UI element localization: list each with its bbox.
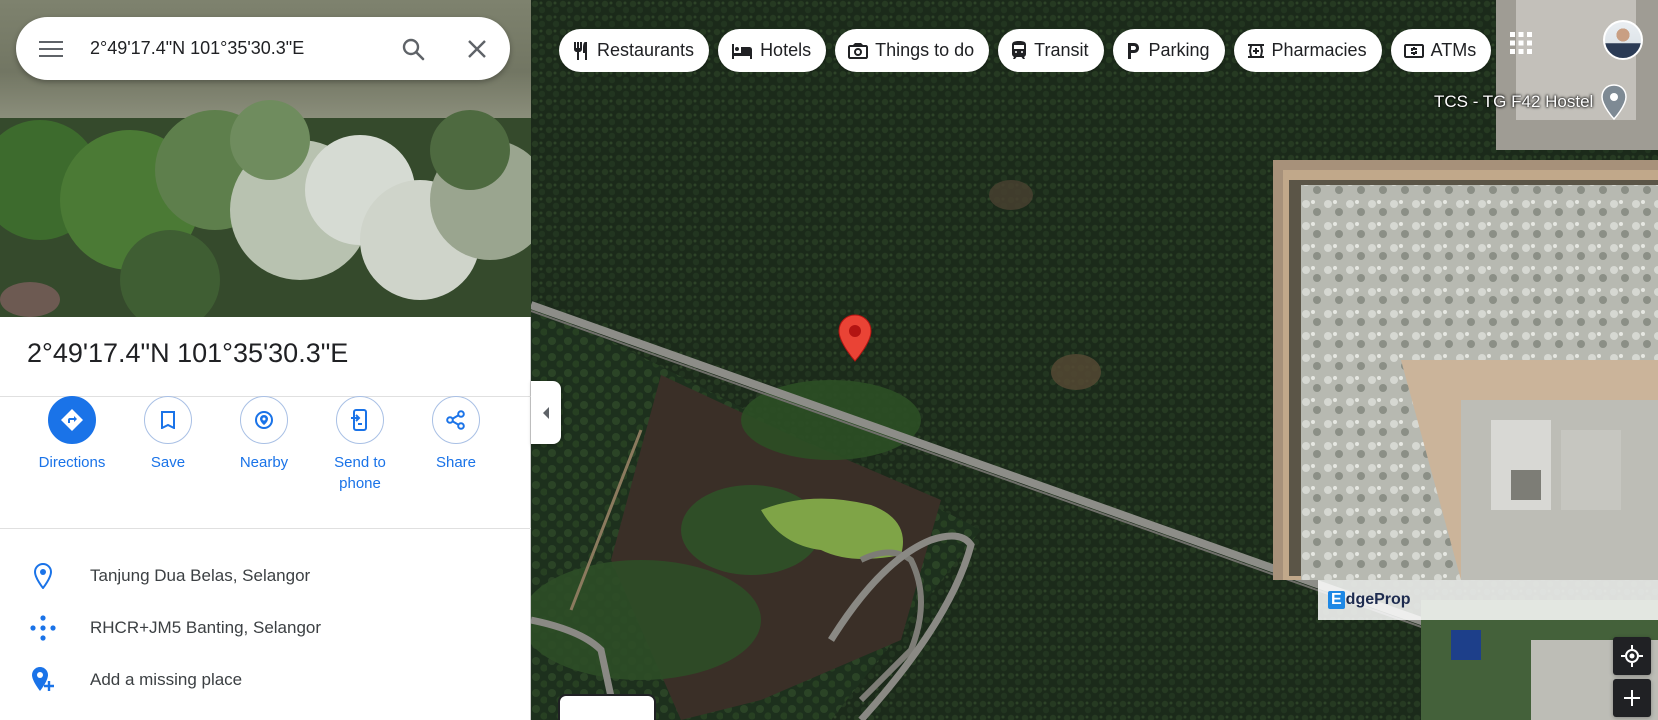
save-circle [144,396,192,444]
close-icon [468,39,486,58]
share-label: Share [435,454,477,471]
camera-icon [848,42,869,59]
chip-things-to-do[interactable]: Things to do [835,29,990,72]
chip-atms-label: ATMs [1430,40,1477,60]
share-circle [432,396,480,444]
place-panel: 2°49'17.4"N 101°35'30.3"E Directions Sav… [0,0,531,720]
category-chips: Restaurants Hotels Things to do Transit … [559,29,1516,72]
transit-icon [1012,41,1027,59]
nearby-button[interactable]: Nearby [216,396,312,526]
bookmark-icon [161,411,175,429]
plus-code-row[interactable]: RHCR+JM5 Banting, Selangor [0,602,531,654]
nearby-icon [255,411,273,429]
chip-parking-label: Parking [1148,40,1210,60]
pharmacy-icon [1247,43,1264,58]
chip-transit[interactable]: Transit [998,29,1104,72]
location-pin-icon [0,563,90,589]
satellite-map[interactable]: Restaurants Hotels Things to do Transit … [531,0,1658,720]
chip-parking[interactable]: Parking [1112,29,1225,72]
divider [0,528,531,529]
plus-code-icon [0,612,90,644]
dropped-pin-icon[interactable] [838,314,872,367]
search-input[interactable] [86,38,382,59]
google-apps-button[interactable] [1504,26,1538,60]
directions-button[interactable]: Directions [24,396,120,526]
zoom-in-button[interactable] [1613,679,1651,717]
google-maps-app: Restaurants Hotels Things to do Transit … [0,0,1658,720]
directions-circle [48,396,96,444]
save-label: Save [150,454,186,471]
poi-pin-icon[interactable] [1601,84,1627,125]
directions-label: Directions [38,454,106,471]
chip-restaurants-label: Restaurants [597,40,695,60]
address-row[interactable]: Tanjung Dua Belas, Selangor [0,550,531,602]
search-button[interactable] [382,17,444,80]
share-icon [446,410,465,430]
chip-hotels[interactable]: Hotels [718,29,827,72]
chip-hotels-label: Hotels [760,40,812,60]
action-bar: Directions Save Nearby Send to phone Sha… [0,396,531,526]
chip-transit-label: Transit [1034,40,1089,60]
add-missing-place-row[interactable]: Add a missing place [0,654,531,706]
plus-code-text: RHCR+JM5 Banting, Selangor [90,618,322,637]
chip-pharmacies[interactable]: Pharmacies [1233,29,1382,72]
send-to-phone-icon [351,409,367,431]
nearby-label: Nearby [239,454,289,471]
poi-label[interactable]: TCS - TG F42 Hostel [1434,92,1593,112]
chip-atms[interactable]: ATMs [1390,29,1492,72]
directions-icon [61,409,83,431]
chip-things-to-do-label: Things to do [875,40,975,60]
add-missing-place-text: Add a missing place [90,670,243,689]
account-avatar[interactable] [1603,20,1643,60]
my-location-button[interactable] [1613,637,1651,675]
parking-icon [1127,42,1139,59]
share-button[interactable]: Share [408,396,504,526]
send-to-phone-circle [336,396,384,444]
chip-restaurants[interactable]: Restaurants [559,29,710,72]
add-place-icon [0,666,90,694]
search-icon [402,38,425,60]
plus-icon [1624,690,1640,706]
atm-icon [1403,43,1424,58]
layers-thumbnail[interactable] [558,694,656,720]
restaurant-icon [574,41,587,60]
send-to-phone-button[interactable]: Send to phone [312,396,408,526]
menu-button[interactable] [16,17,86,80]
edgeprop-logo: EdgeProp [1328,591,1411,609]
search-box [16,17,510,80]
place-title: 2°49'17.4"N 101°35'30.3"E [27,338,349,368]
collapse-panel-button[interactable] [531,381,561,444]
my-location-icon [1621,645,1643,667]
chip-pharmacies-label: Pharmacies [1271,40,1367,60]
menu-icon [39,40,63,57]
edgeprop-watermark: EdgeProp [1318,580,1658,620]
apps-grid-icon [1510,32,1532,54]
hotel-icon [732,43,753,59]
nearby-circle [240,396,288,444]
send-to-phone-label: Send to phone [334,454,386,492]
address-text: Tanjung Dua Belas, Selangor [90,566,311,585]
clear-search-button[interactable] [444,17,510,80]
save-button[interactable]: Save [120,396,216,526]
chevron-left-icon [543,406,549,419]
